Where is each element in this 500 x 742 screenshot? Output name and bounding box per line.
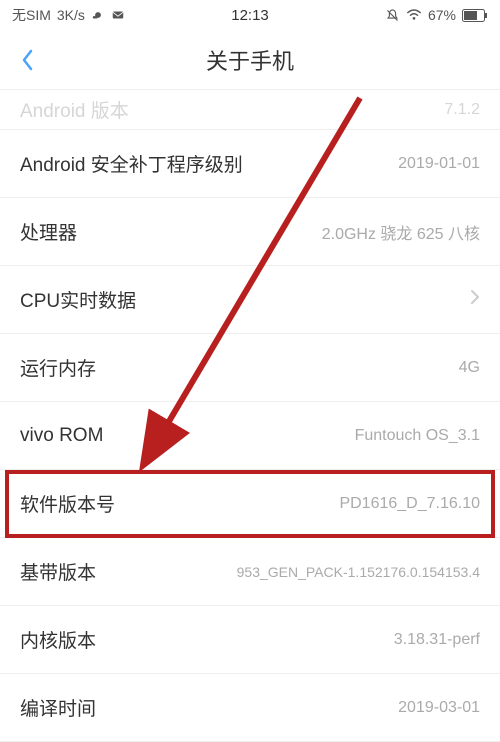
row-value: 3.18.31-perf (394, 631, 480, 649)
chevron-right-icon (470, 289, 480, 305)
mail-icon (111, 8, 125, 22)
row-label: vivo ROM (20, 425, 103, 447)
row-label: 运行内存 (20, 354, 96, 381)
battery-icon (462, 9, 488, 22)
row-baseband[interactable]: 基带版本 953_GEN_PACK-1.152176.0.154153.4 (0, 538, 500, 606)
row-value: 4G (459, 359, 480, 377)
row-cpu-realtime[interactable]: CPU实时数据 (0, 266, 500, 334)
row-kernel[interactable]: 内核版本 3.18.31-perf (0, 606, 500, 674)
row-label: 处理器 (20, 218, 77, 245)
row-label: 软件版本号 (20, 490, 115, 517)
status-time: 12:13 (231, 7, 269, 24)
row-build-time[interactable]: 编译时间 2019-03-01 (0, 674, 500, 742)
row-ram[interactable]: 运行内存 4G (0, 334, 500, 402)
row-label: 编译时间 (20, 694, 96, 721)
page-title: 关于手机 (206, 44, 294, 76)
back-button[interactable] (12, 45, 42, 75)
row-value: 2019-03-01 (398, 699, 480, 717)
wifi-icon (406, 8, 422, 22)
row-vivo-rom[interactable]: vivo ROM Funtouch OS_3.1 (0, 402, 500, 470)
chevron-left-icon (20, 48, 34, 72)
row-security-patch[interactable]: Android 安全补丁程序级别 2019-01-01 (0, 130, 500, 198)
status-left: 无SIM 3K/s (12, 5, 125, 25)
status-bar: 无SIM 3K/s 12:13 67% (0, 0, 500, 30)
row-value: 2019-01-01 (398, 155, 480, 173)
row-label: Android 安全补丁程序级别 (20, 150, 243, 177)
row-value: 2.0GHz 骁龙 625 八核 (322, 220, 480, 244)
net-speed: 3K/s (57, 7, 85, 23)
settings-list: Android 版本 7.1.2 Android 安全补丁程序级别 2019-0… (0, 90, 500, 742)
row-label: 内核版本 (20, 626, 96, 653)
row-value (464, 289, 480, 310)
row-value: 953_GEN_PACK-1.152176.0.154153.4 (237, 564, 480, 580)
row-value: Funtouch OS_3.1 (355, 427, 480, 445)
dnd-icon (385, 8, 400, 23)
sim-status: 无SIM (12, 5, 51, 25)
row-processor[interactable]: 处理器 2.0GHz 骁龙 625 八核 (0, 198, 500, 266)
row-software-version[interactable]: 软件版本号 PD1616_D_7.16.10 (0, 470, 500, 538)
status-right: 67% (385, 7, 488, 23)
row-android-version[interactable]: Android 版本 7.1.2 (0, 90, 500, 130)
row-label: 基带版本 (20, 558, 96, 585)
header: 关于手机 (0, 30, 500, 90)
row-label: Android 版本 (20, 96, 129, 123)
row-value: PD1616_D_7.16.10 (339, 495, 480, 513)
weather-icon (91, 8, 105, 22)
row-label: CPU实时数据 (20, 286, 136, 313)
battery-pct: 67% (428, 7, 456, 23)
row-value: 7.1.2 (444, 101, 480, 119)
